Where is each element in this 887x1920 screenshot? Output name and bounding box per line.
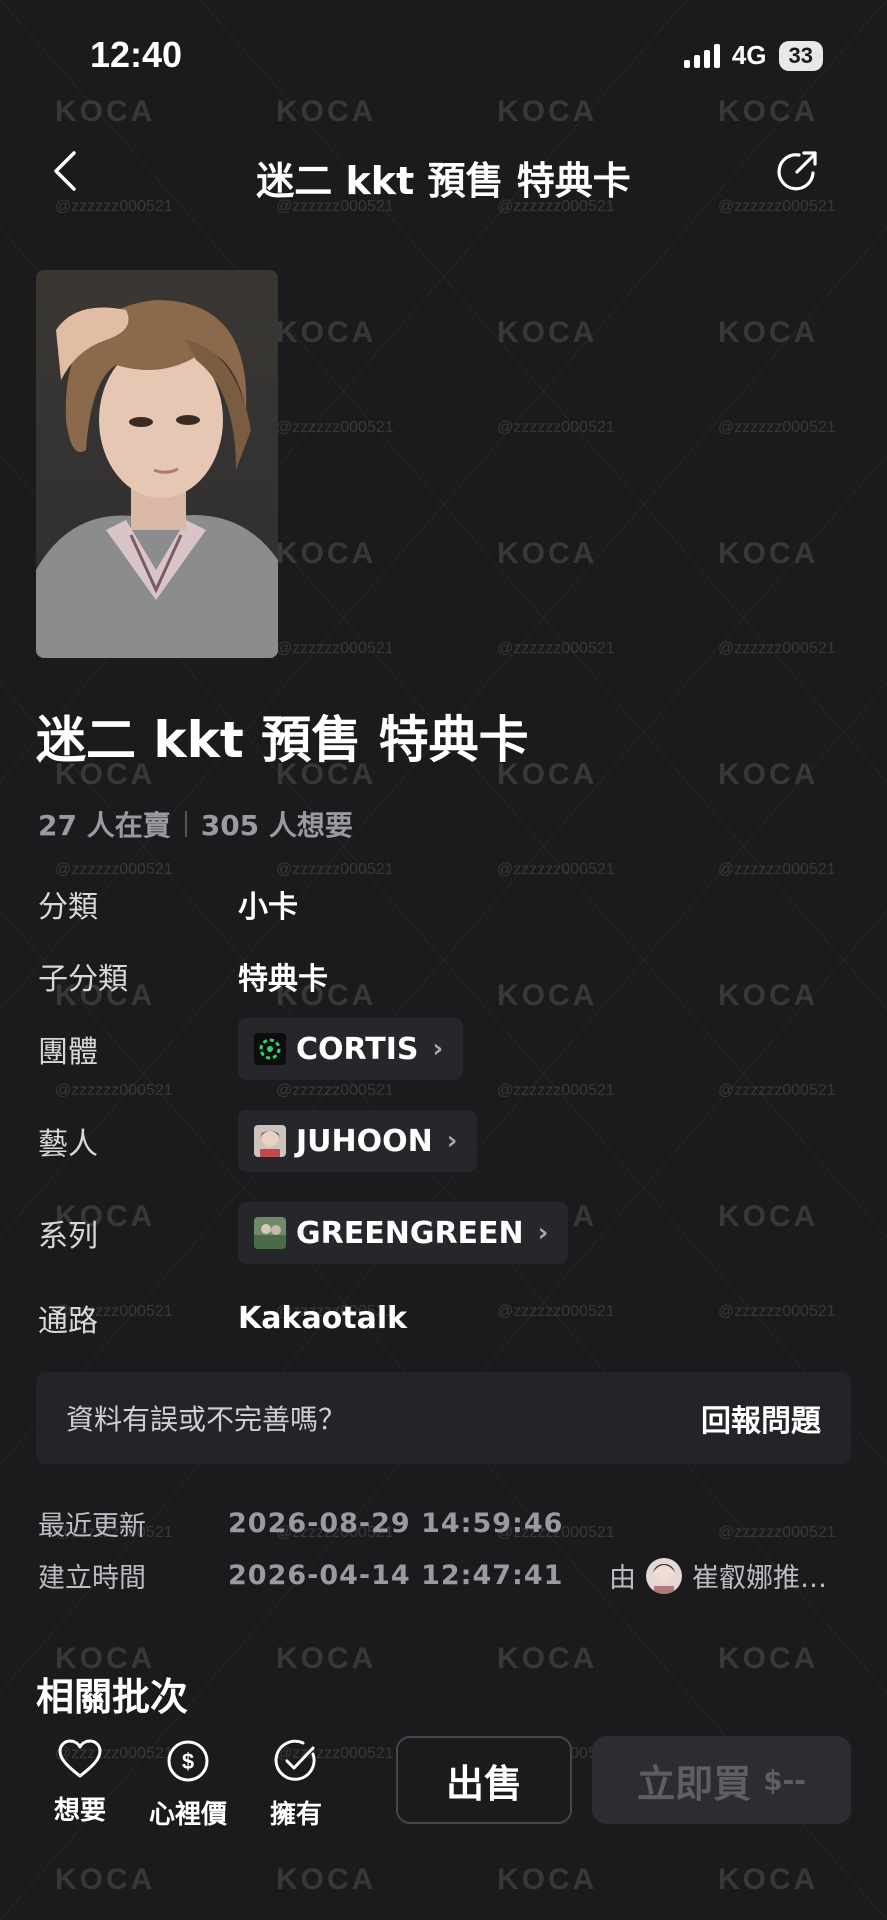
sell-button[interactable]: 出售 [396,1736,572,1824]
stats-divider [184,811,187,837]
group-chip[interactable]: CORTIS › [238,1018,464,1080]
attr-group: 團體 CORTIS › [38,1018,464,1080]
share-icon [777,151,817,191]
product-photo-image [36,270,278,658]
want-button[interactable]: 想要 [40,1738,120,1827]
series-thumbnail [254,1217,286,1249]
page-title: 迷二 kkt 預售 特典卡 [256,159,631,203]
wanting-count: 305 人想要 [200,809,353,842]
check-circle-icon [274,1739,316,1781]
attr-value: 特典卡 [238,962,328,997]
chevron-right-icon: › [446,1126,458,1156]
attr-label: 藝人 [38,1127,98,1162]
meta-label: 最近更新 [38,1511,146,1542]
product-title: 迷二 kkt 預售 特典卡 [36,711,529,769]
creator-avatar [646,1557,682,1594]
buy-now-label: 立即買 [637,1761,752,1806]
artist-name: JUHOON [296,1123,433,1159]
signal-icon [683,43,720,68]
attr-value: 小卡 [238,890,298,925]
meta-value: 2026-08-29 14:59:46 [228,1508,564,1539]
meta-value: 2026-04-14 12:47:41 [228,1560,564,1591]
app-screen: KOCA KOCA KOCA KOCA KOCA KOCA KOCA KOCA KOCA KOCA… [0,0,887,1920]
heart-icon [58,1739,102,1778]
report-issue-box: 資料有誤或不完善嗎？ 回報問題 [36,1372,851,1464]
own-button[interactable]: 擁有 [256,1738,336,1831]
artist-avatar [254,1125,286,1157]
attr-value: Kakaotalk [238,1300,408,1336]
attr-label: 通路 [38,1304,98,1339]
report-issue-link[interactable]: 回報問題 [701,1396,821,1440]
group-name: CORTIS [296,1031,419,1067]
artist-chip[interactable]: JUHOON › [238,1110,478,1172]
chevron-right-icon: › [432,1034,444,1064]
by-label: 由 [609,1563,636,1594]
meta-updated: 最近更新 2026-08-29 14:59:46 [38,1504,827,1543]
attr-channel: 通路 Kakaotalk [38,1296,407,1340]
series-chip[interactable]: GREENGREEN › [238,1202,569,1264]
status-indicators: 4G 33 [683,40,823,71]
mind-price-button[interactable]: $ 心裡價 [148,1738,228,1831]
dollar-circle-icon: $ [167,1740,209,1782]
report-question: 資料有誤或不完善嗎？ [66,1403,347,1436]
mind-price-label: 心裡價 [148,1800,227,1830]
network-label: 4G [731,40,767,70]
buy-now-price: $-- [763,1763,806,1797]
series-name: GREENGREEN [296,1215,524,1251]
group-logo-icon [254,1033,286,1065]
product-photo[interactable] [36,270,278,658]
attr-series: 系列 GREENGREEN › [38,1202,569,1264]
attr-category: 分類 小卡 [38,882,298,926]
chevron-right-icon: › [537,1218,549,1248]
selling-count: 27 人在賣 [38,809,171,842]
product-stats: 27 人在賣 305 人想要 [38,804,353,844]
attr-label: 分類 [38,890,98,925]
svg-text:$: $ [182,1749,194,1774]
meta-created: 建立時間 2026-04-14 12:47:41 由 崔叡娜推… [38,1556,827,1595]
battery-icon: 33 [778,40,823,71]
want-label: 想要 [53,1796,106,1826]
creator-name: 崔叡娜推… [692,1563,827,1594]
attr-label: 團體 [38,1035,98,1070]
share-button[interactable] [775,148,821,194]
meta-label: 建立時間 [38,1563,146,1594]
status-time: 12:40 [90,34,183,75]
attr-subcategory: 子分類 特典卡 [38,954,328,998]
attr-artist: 藝人 JUHOON › [38,1110,478,1172]
related-batches-title: 相關批次 [36,1675,189,1719]
creator-link[interactable]: 由 崔叡娜推… [609,1556,827,1595]
attr-label: 系列 [38,1219,98,1254]
own-label: 擁有 [269,1800,322,1830]
buy-now-button[interactable]: 立即買 $-- [592,1736,851,1824]
attr-label: 子分類 [38,962,128,997]
